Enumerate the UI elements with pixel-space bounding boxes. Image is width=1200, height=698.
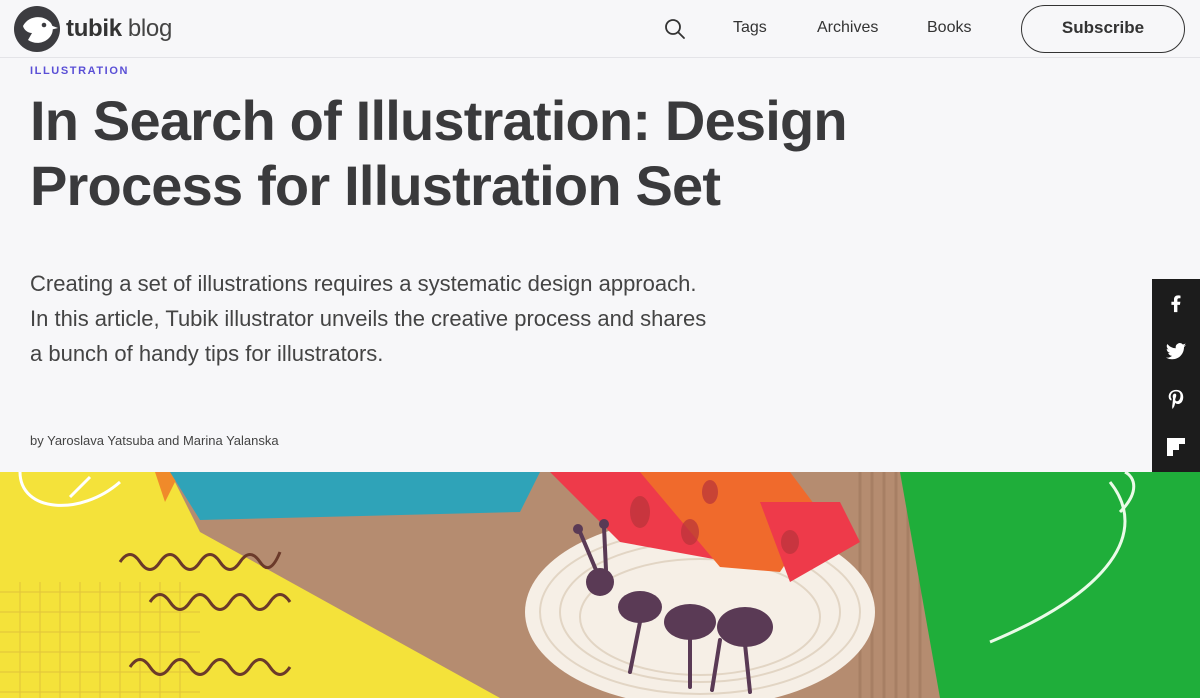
article-lede: Creating a set of illustrations requires… (30, 271, 707, 366)
twitter-icon[interactable] (1152, 327, 1200, 375)
search-icon[interactable] (664, 18, 686, 40)
logo-link[interactable]: tubik blog (14, 6, 172, 52)
nav-books[interactable]: Books (927, 19, 971, 37)
bird-logo-icon (14, 6, 60, 52)
category-label[interactable]: ILLUSTRATION (30, 65, 129, 77)
flipboard-icon[interactable] (1152, 423, 1200, 471)
site-header: tubik blog Tags Archives Books Subscribe (0, 0, 1200, 58)
article-title: In Search of Illustration: Design Proces… (30, 89, 848, 217)
byline: by Yaroslava Yatsuba and Marina Yalanska (30, 433, 279, 448)
nav-archives[interactable]: Archives (817, 19, 878, 37)
subscribe-button[interactable]: Subscribe (1021, 5, 1185, 53)
logo-brand: tubik (66, 15, 122, 42)
facebook-icon[interactable] (1152, 279, 1200, 327)
logo-text: tubik blog (66, 15, 172, 43)
logo-suffix: blog (127, 15, 173, 42)
hero-illustration (0, 472, 1200, 698)
nav-tags[interactable]: Tags (733, 19, 767, 37)
pinterest-icon[interactable] (1152, 375, 1200, 423)
